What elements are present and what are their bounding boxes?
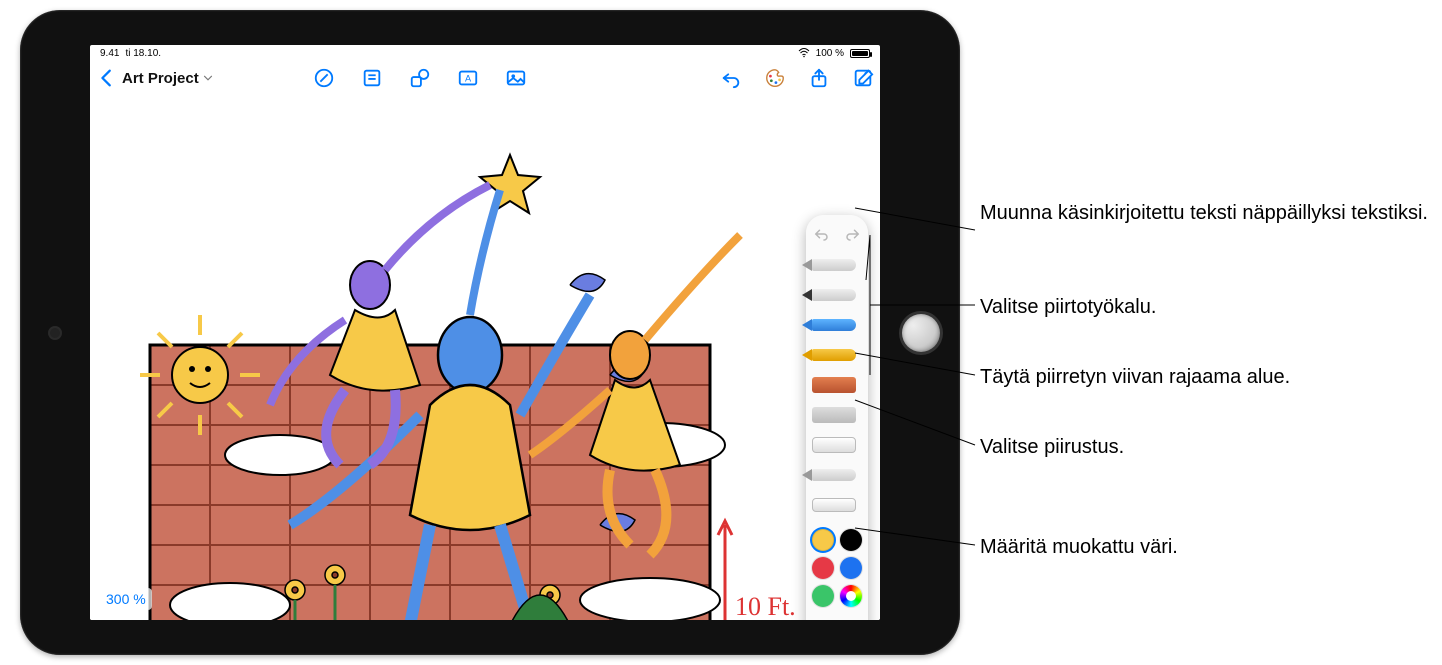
pencil-tool[interactable] [812, 313, 862, 337]
ipad-device-frame: 9.41 ti 18.10. 100 % Art Project [20, 10, 960, 655]
swatch-custom-color[interactable] [840, 585, 862, 607]
front-camera [50, 328, 60, 338]
fill-tool[interactable] [812, 403, 862, 427]
drawing-canvas[interactable]: 10 Ft. 300 % [90, 95, 880, 620]
color-palette-button[interactable] [764, 67, 786, 89]
marker-tool[interactable] [812, 343, 862, 367]
share-icon [808, 67, 830, 89]
scribble-tool[interactable] [812, 253, 862, 277]
color-swatches [812, 529, 862, 607]
media-button[interactable] [505, 67, 527, 89]
shapes-button[interactable] [409, 67, 431, 89]
undo-button[interactable] [720, 67, 742, 89]
swatch-yellow[interactable] [812, 529, 834, 551]
undo-icon [812, 225, 830, 243]
swatch-black[interactable] [840, 529, 862, 551]
status-bar: 9.41 ti 18.10. 100 % [90, 45, 880, 61]
swatch-blue[interactable] [840, 557, 862, 579]
document-title[interactable]: Art Project [122, 70, 199, 87]
height-annotation: 10 Ft. [735, 592, 796, 620]
pen-tool[interactable] [812, 283, 862, 307]
swatch-red[interactable] [812, 557, 834, 579]
palette-redo[interactable] [844, 225, 862, 243]
note-icon [361, 67, 383, 89]
shapes-icon [409, 67, 431, 89]
chevron-left-icon [96, 67, 118, 89]
screen: 9.41 ti 18.10. 100 % Art Project [90, 45, 880, 620]
callout-lasso: Valitse piirustus. [980, 434, 1124, 460]
draw-mode-toggle[interactable] [313, 67, 335, 89]
title-dropdown[interactable] [201, 71, 215, 85]
annotations: Muunna käsinkirjoitettu teksti näppäilly… [980, 0, 1430, 665]
wifi-icon [798, 47, 810, 59]
textbox-button[interactable]: A [457, 67, 479, 89]
callout-color: Määritä muokattu väri. [980, 534, 1178, 560]
callout-scribble: Muunna käsinkirjoitettu teksti näppäilly… [980, 200, 1428, 226]
swatch-green[interactable] [812, 585, 834, 607]
lasso-tool[interactable] [812, 463, 862, 487]
crayon-tool[interactable] [812, 373, 862, 397]
svg-text:A: A [465, 74, 472, 84]
drawing-tools-palette: ••• [806, 215, 868, 620]
status-date: ti 18.10. [125, 48, 161, 59]
status-time: 9.41 [100, 48, 119, 59]
compose-icon [852, 67, 874, 89]
undo-icon [720, 67, 742, 89]
paintpalette-icon [764, 67, 786, 89]
back-button[interactable] [96, 67, 118, 89]
canvas-artwork: 10 Ft. [90, 95, 880, 620]
chevron-down-icon [201, 67, 215, 89]
callout-draw-tool: Valitse piirtotyökalu. [980, 294, 1156, 320]
eraser-tool[interactable] [812, 433, 862, 457]
photo-icon [505, 67, 527, 89]
battery-icon [850, 49, 870, 58]
callout-fill: Täytä piirretyn viivan rajaama alue. [980, 364, 1290, 390]
note-button[interactable] [361, 67, 383, 89]
battery-percent: 100 % [816, 48, 844, 59]
share-button[interactable] [808, 67, 830, 89]
toolbar: Art Project A [90, 61, 880, 95]
pencil-circle-icon [313, 67, 335, 89]
textbox-icon: A [457, 67, 479, 89]
ruler-tool[interactable] [812, 493, 862, 517]
palette-undo[interactable] [812, 225, 830, 243]
redo-icon [844, 225, 862, 243]
home-button[interactable] [902, 314, 940, 352]
zoom-level[interactable]: 300 % [100, 588, 152, 610]
compose-button[interactable] [852, 67, 874, 89]
